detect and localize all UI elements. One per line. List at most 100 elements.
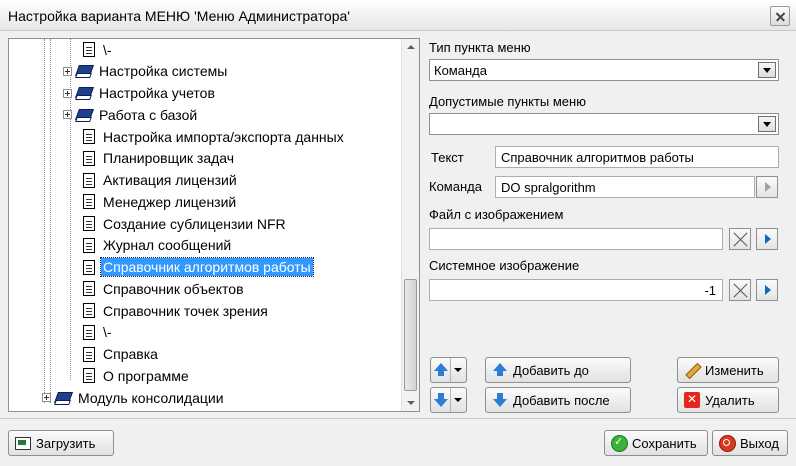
document-icon	[83, 346, 95, 362]
add-after-label: Добавить после	[513, 392, 610, 408]
delete-button[interactable]: Удалить	[677, 387, 779, 413]
text-label: Текст	[431, 150, 464, 165]
load-button[interactable]: Загрузить	[8, 430, 114, 456]
tree-item[interactable]: Модуль консолидации	[42, 387, 226, 408]
load-icon	[15, 435, 31, 451]
tree-item[interactable]: Менеджер лицензий	[83, 191, 238, 212]
command-label: Команда	[429, 179, 482, 194]
tree-item-label: Справка	[103, 346, 158, 362]
add-before-button[interactable]: Добавить до	[485, 357, 631, 383]
command-field[interactable]: DO spralgorithm	[495, 176, 755, 198]
power-icon	[719, 435, 736, 452]
image-file-field[interactable]	[429, 228, 723, 250]
book-icon	[76, 109, 92, 121]
tree-item[interactable]: Планировщик задач	[83, 148, 236, 169]
move-up-button[interactable]	[431, 358, 451, 382]
exit-button[interactable]: Выход	[712, 430, 788, 456]
footer-separator	[0, 418, 796, 419]
system-image-value: -1	[704, 283, 716, 298]
menu-tree[interactable]: \- Настройка системы Настройка учетов Работ…	[8, 38, 420, 412]
document-icon	[83, 237, 95, 253]
tree-item[interactable]: Справка	[83, 344, 160, 365]
tree-guide-line	[44, 39, 45, 403]
tree-item[interactable]: Настройка системы	[63, 61, 229, 82]
scroll-down-arrow-icon[interactable]	[402, 394, 420, 411]
chevron-down-icon[interactable]	[758, 62, 776, 78]
save-button[interactable]: Сохранить	[604, 430, 708, 456]
arrow-down-icon	[433, 392, 449, 408]
tree-item-label: Настройка импорта/экспорта данных	[103, 128, 344, 145]
text-field-value: Справочник алгоритмов работы	[501, 150, 694, 165]
document-icon	[83, 259, 95, 275]
tree-content: \- Настройка системы Настройка учетов Работ…	[9, 39, 401, 411]
document-icon	[83, 324, 95, 340]
title-bar: Настройка варианта МЕНЮ 'Меню Администра…	[0, 0, 796, 31]
tree-item[interactable]: О программе	[83, 365, 191, 386]
tree-item[interactable]: Настройка учетов	[63, 83, 217, 104]
edit-label: Изменить	[705, 362, 764, 378]
arrow-up-icon	[433, 362, 449, 378]
expand-plus-icon[interactable]	[63, 110, 72, 120]
add-after-button[interactable]: Добавить после	[485, 387, 631, 413]
tree-vertical-scrollbar[interactable]	[401, 39, 419, 411]
book-icon	[76, 87, 92, 99]
save-label: Сохранить	[632, 435, 697, 451]
move-down-split-button[interactable]	[430, 387, 467, 413]
image-file-browse-button[interactable]	[756, 228, 778, 250]
tree-item[interactable]: \-	[83, 322, 114, 343]
tree-item-label: Справочник объектов	[103, 280, 244, 297]
expand-plus-icon[interactable]	[42, 393, 51, 402]
scroll-up-arrow-icon[interactable]	[402, 39, 420, 56]
tree-item-label: Менеджер лицензий	[103, 193, 237, 210]
tree-item-label: \-	[103, 324, 112, 341]
chevron-down-icon[interactable]	[758, 116, 776, 132]
document-icon	[83, 129, 95, 144]
tree-item-label: Настройка системы	[99, 63, 228, 80]
system-image-clear-button[interactable]	[729, 279, 751, 301]
expand-plus-icon[interactable]	[63, 66, 72, 76]
tree-item[interactable]: \-	[83, 39, 114, 60]
system-image-field[interactable]: -1	[429, 279, 723, 301]
tree-item-label: Модуль консолидации	[78, 389, 224, 406]
tree-item[interactable]: Активация лицензий	[83, 170, 239, 191]
expand-plus-icon[interactable]	[63, 88, 72, 98]
tree-item[interactable]: Справочник объектов	[83, 278, 246, 299]
book-icon	[76, 65, 92, 77]
tree-item-label: Планировщик задач	[103, 150, 235, 167]
allowed-items-select[interactable]	[429, 113, 779, 135]
edit-button[interactable]: Изменить	[677, 357, 779, 383]
document-icon	[83, 281, 95, 297]
window-title: Настройка варианта МЕНЮ 'Меню Администра…	[8, 8, 350, 24]
book-icon	[55, 392, 71, 404]
move-up-split-button[interactable]	[430, 357, 467, 383]
tree-item[interactable]: Журнал сообщений	[83, 235, 233, 256]
image-file-label: Файл с изображением	[429, 207, 564, 222]
add-before-label: Добавить до	[513, 362, 589, 378]
move-down-button[interactable]	[431, 388, 451, 412]
document-icon	[83, 42, 95, 57]
tree-item-label: \-	[103, 41, 112, 58]
document-icon	[83, 150, 95, 166]
command-field-value: DO spralgorithm	[501, 180, 596, 195]
tree-item[interactable]: Настройка импорта/экспорта данных	[83, 126, 346, 147]
command-browse-button[interactable]	[756, 176, 778, 198]
system-image-browse-button[interactable]	[756, 279, 778, 301]
tree-item-label: Настройка учетов	[99, 85, 215, 101]
scrollbar-thumb[interactable]	[404, 279, 417, 391]
text-field[interactable]: Справочник алгоритмов работы	[495, 146, 779, 168]
tree-item[interactable]: Создание сублицензии NFR	[83, 213, 288, 234]
pencil-icon	[684, 362, 700, 378]
system-image-label: Системное изображение	[429, 258, 580, 273]
tree-item[interactable]: Справочник алгоритмов работы	[83, 257, 314, 278]
delete-x-icon	[684, 392, 700, 408]
tree-item[interactable]: Справочник точек зрения	[83, 300, 270, 321]
menu-item-type-select[interactable]: Команда	[429, 59, 779, 81]
move-up-dropdown-icon[interactable]	[451, 358, 466, 382]
image-file-clear-button[interactable]	[729, 228, 751, 250]
move-down-dropdown-icon[interactable]	[451, 388, 466, 412]
document-icon	[83, 194, 95, 210]
exit-label: Выход	[740, 435, 779, 451]
menu-item-type-value: Команда	[434, 63, 487, 78]
window-close-button[interactable]	[770, 6, 790, 26]
tree-item[interactable]: Работа с базой	[63, 104, 199, 125]
